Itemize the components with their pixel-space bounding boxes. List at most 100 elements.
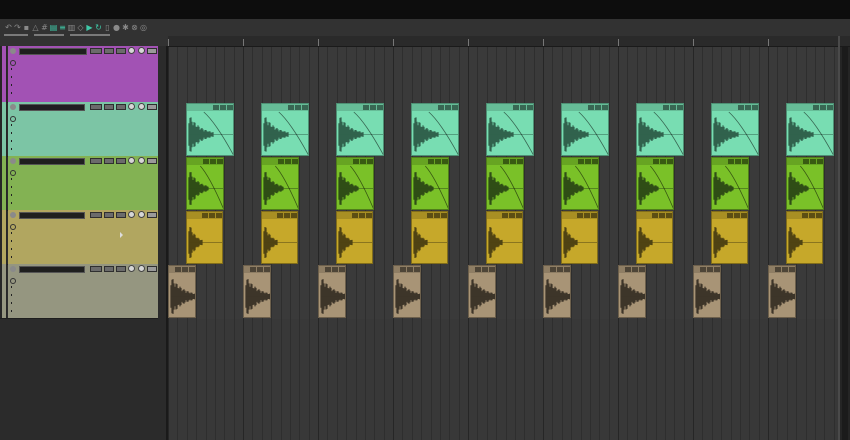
media-item[interactable] bbox=[693, 265, 721, 318]
media-item[interactable] bbox=[261, 211, 298, 264]
media-item[interactable] bbox=[786, 211, 823, 264]
volume-knob[interactable] bbox=[128, 103, 135, 110]
io-button[interactable] bbox=[147, 212, 157, 218]
pan-knob[interactable] bbox=[138, 265, 145, 272]
track-header-t3[interactable] bbox=[0, 210, 158, 265]
mute-button[interactable] bbox=[90, 158, 102, 164]
record-arm-button[interactable] bbox=[10, 266, 16, 272]
record-icon[interactable]: ● bbox=[112, 23, 121, 32]
track-panel[interactable] bbox=[8, 156, 158, 210]
vertical-scrollbar[interactable] bbox=[840, 47, 850, 440]
solo-button[interactable] bbox=[104, 158, 114, 164]
track-header-t4[interactable] bbox=[0, 264, 158, 319]
lock-icon[interactable]: ▥ bbox=[67, 23, 76, 32]
globe-icon[interactable]: ◎ bbox=[139, 23, 148, 32]
io-button[interactable] bbox=[147, 158, 157, 164]
pan-knob[interactable] bbox=[138, 157, 145, 164]
settings-icon[interactable]: ✱ bbox=[121, 23, 130, 32]
solo-button[interactable] bbox=[104, 104, 114, 110]
fx-button[interactable] bbox=[116, 212, 126, 218]
track-name-field[interactable] bbox=[19, 266, 85, 273]
media-item[interactable] bbox=[411, 211, 448, 264]
loop-icon[interactable]: ↻ bbox=[94, 23, 103, 32]
envelope-button[interactable] bbox=[10, 224, 16, 230]
media-item[interactable] bbox=[618, 265, 646, 318]
track-name-field[interactable] bbox=[19, 158, 85, 165]
media-item[interactable] bbox=[636, 211, 673, 264]
track-panel[interactable] bbox=[8, 46, 158, 102]
media-item[interactable] bbox=[393, 265, 421, 318]
media-item[interactable] bbox=[711, 211, 748, 264]
track-header-parent[interactable] bbox=[0, 46, 158, 103]
envelope-button[interactable] bbox=[10, 60, 16, 66]
media-item[interactable] bbox=[411, 103, 459, 156]
media-item[interactable] bbox=[243, 265, 271, 318]
media-item[interactable] bbox=[411, 157, 449, 210]
metronome-icon[interactable]: △ bbox=[31, 23, 40, 32]
track-panel[interactable] bbox=[8, 264, 158, 318]
media-item[interactable] bbox=[468, 265, 496, 318]
envelope-button[interactable] bbox=[10, 278, 16, 284]
envelope-icon[interactable]: ◇ bbox=[76, 23, 85, 32]
track-name-field[interactable] bbox=[19, 48, 87, 55]
envelope-button[interactable] bbox=[10, 116, 16, 122]
media-item[interactable] bbox=[636, 103, 684, 156]
scrollbar-thumb[interactable] bbox=[842, 47, 848, 440]
media-item[interactable] bbox=[336, 157, 374, 210]
media-item[interactable] bbox=[768, 265, 796, 318]
media-item[interactable] bbox=[486, 103, 534, 156]
io-button[interactable] bbox=[147, 104, 157, 110]
track-name-field[interactable] bbox=[19, 212, 85, 219]
track-header-t1[interactable] bbox=[0, 102, 158, 157]
fx-button[interactable] bbox=[116, 48, 126, 54]
media-item[interactable] bbox=[186, 211, 223, 264]
fx-button[interactable] bbox=[116, 266, 126, 272]
mute-button[interactable] bbox=[90, 104, 102, 110]
pan-knob[interactable] bbox=[138, 47, 145, 54]
media-item[interactable] bbox=[261, 157, 299, 210]
media-item[interactable] bbox=[486, 157, 524, 210]
pan-knob[interactable] bbox=[138, 211, 145, 218]
save-icon[interactable]: ▪ bbox=[22, 23, 31, 32]
record-arm-button[interactable] bbox=[10, 158, 16, 164]
volume-knob[interactable] bbox=[128, 47, 135, 54]
redo-icon[interactable]: ↷ bbox=[13, 23, 22, 32]
fx-button[interactable] bbox=[116, 104, 126, 110]
media-item[interactable] bbox=[168, 265, 196, 318]
io-button[interactable] bbox=[147, 48, 157, 54]
pan-knob[interactable] bbox=[138, 103, 145, 110]
mute-button[interactable] bbox=[90, 266, 102, 272]
media-item[interactable] bbox=[336, 103, 384, 156]
media-item[interactable] bbox=[486, 211, 523, 264]
media-item[interactable] bbox=[336, 211, 373, 264]
marker-icon[interactable]: ▯ bbox=[103, 23, 112, 32]
volume-knob[interactable] bbox=[128, 157, 135, 164]
play-icon[interactable]: ▶ bbox=[85, 23, 94, 32]
media-item[interactable] bbox=[786, 103, 834, 156]
media-item[interactable] bbox=[711, 103, 759, 156]
media-item[interactable] bbox=[561, 103, 609, 156]
media-item[interactable] bbox=[318, 265, 346, 318]
track-panel[interactable] bbox=[8, 210, 158, 264]
media-item[interactable] bbox=[561, 157, 599, 210]
track-header-t2[interactable] bbox=[0, 156, 158, 211]
grid-icon[interactable]: # bbox=[40, 23, 49, 32]
solo-button[interactable] bbox=[104, 212, 114, 218]
mute-button[interactable] bbox=[90, 212, 102, 218]
io-button[interactable] bbox=[147, 266, 157, 272]
media-item[interactable] bbox=[261, 103, 309, 156]
media-item[interactable] bbox=[711, 157, 749, 210]
record-arm-button[interactable] bbox=[10, 104, 16, 110]
media-item[interactable] bbox=[186, 103, 234, 156]
undo-icon[interactable]: ↶ bbox=[4, 23, 13, 32]
ripple-icon[interactable]: ≡ bbox=[58, 23, 67, 32]
arrange-view[interactable] bbox=[168, 47, 840, 440]
envelope-button[interactable] bbox=[10, 170, 16, 176]
solo-button[interactable] bbox=[104, 266, 114, 272]
media-item[interactable] bbox=[636, 157, 674, 210]
mixer-icon[interactable]: ⊗ bbox=[130, 23, 139, 32]
media-item[interactable] bbox=[186, 157, 224, 210]
volume-knob[interactable] bbox=[128, 265, 135, 272]
record-arm-button[interactable] bbox=[10, 212, 16, 218]
timeline-ruler[interactable] bbox=[168, 36, 850, 47]
